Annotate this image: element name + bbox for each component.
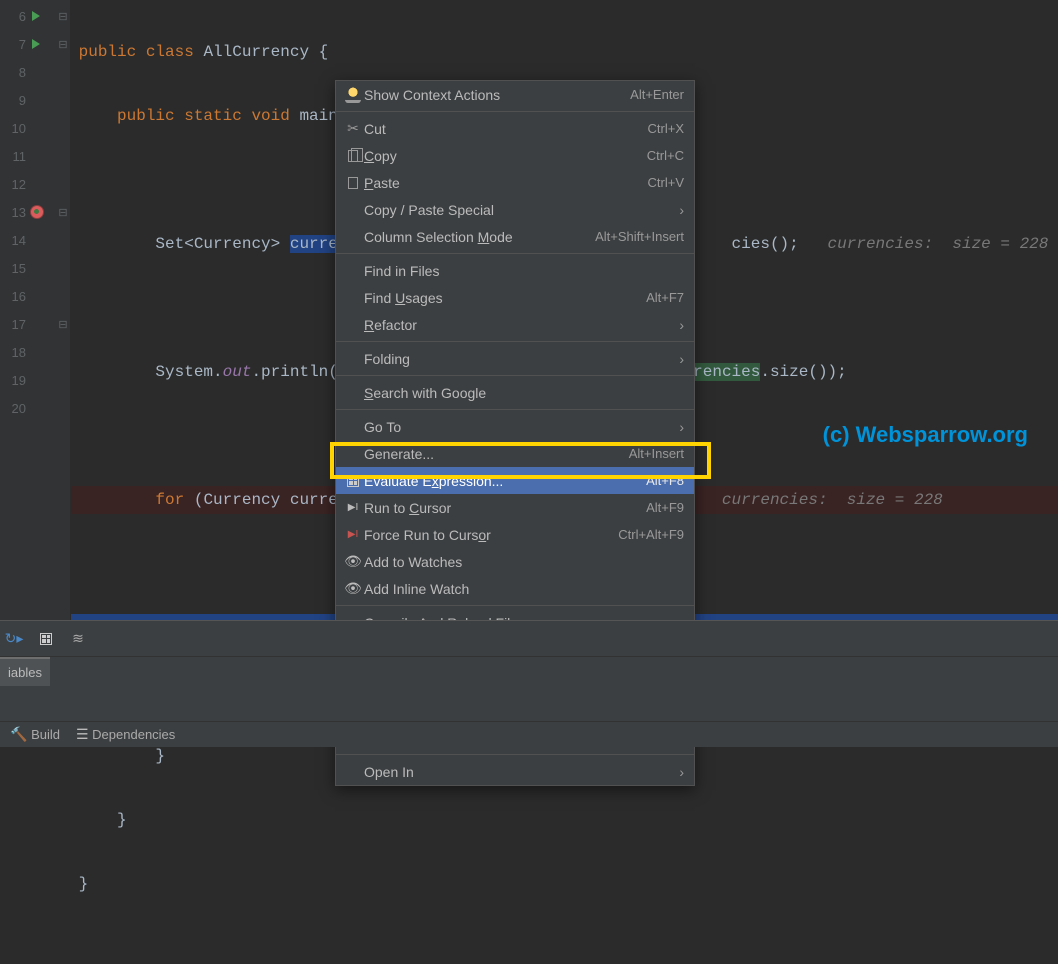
brace: } — [155, 747, 165, 765]
code-text: .size()); — [760, 363, 846, 381]
watermark: (c) Websparrow.org — [823, 422, 1028, 448]
brace: } — [117, 811, 127, 829]
layers-icon: ☰ — [76, 726, 89, 742]
line-number: 17 — [6, 317, 26, 332]
inline-watch-icon: 👁 — [344, 580, 362, 597]
debug-toolbar: ↻▸ ≋ — [0, 621, 1058, 657]
bulb-icon — [345, 87, 361, 103]
menu-separator — [336, 754, 694, 755]
menu-separator — [336, 111, 694, 112]
line-number: 18 — [6, 345, 26, 360]
menu-show-context-actions[interactable]: Show Context ActionsAlt+Enter — [336, 81, 694, 108]
selected-token: curre — [290, 235, 338, 253]
line-number: 19 — [6, 373, 26, 388]
line-number: 8 — [6, 65, 26, 80]
menu-separator — [336, 605, 694, 606]
keyword: class — [146, 43, 194, 61]
run-cursor-icon: ▶I — [348, 502, 358, 513]
menu-add-to-watches[interactable]: 👁Add to Watches — [336, 548, 694, 575]
keyword: public — [79, 43, 137, 61]
menu-separator — [336, 253, 694, 254]
keyword: public static void — [117, 107, 290, 125]
line-number: 9 — [6, 93, 26, 108]
inline-hint: currencies: size = 228 — [693, 491, 943, 509]
restart-frame-icon[interactable]: ↻▸ — [4, 629, 24, 649]
menu-separator — [336, 409, 694, 410]
code-text: System. — [155, 363, 222, 381]
code-text: rrencies — [684, 363, 761, 381]
code-text: .println( — [251, 363, 337, 381]
line-number: 14 — [6, 233, 26, 248]
brace: } — [79, 875, 89, 893]
fold-icon[interactable]: ⊟ — [58, 318, 67, 331]
menu-separator — [336, 375, 694, 376]
menu-search-google[interactable]: Search with Google — [336, 379, 694, 406]
keyword: for — [155, 491, 184, 509]
menu-evaluate-expression[interactable]: Evaluate Expression...Alt+F8 — [336, 467, 694, 494]
code-text: cies(); — [732, 235, 828, 253]
cut-icon: ✂ — [347, 120, 359, 137]
menu-open-in[interactable]: Open In› — [336, 758, 694, 785]
bottom-tool-tabs: 🔨 Build ☰ Dependencies — [0, 721, 1058, 747]
menu-generate[interactable]: Generate...Alt+Insert — [336, 440, 694, 467]
menu-copy[interactable]: CopyCtrl+C — [336, 142, 694, 169]
menu-copy-paste-special[interactable]: Copy / Paste Special› — [336, 196, 694, 223]
menu-add-inline-watch[interactable]: 👁Add Inline Watch — [336, 575, 694, 602]
line-number: 15 — [6, 261, 26, 276]
line-number: 20 — [6, 401, 26, 416]
tab-dependencies[interactable]: ☰ Dependencies — [76, 726, 175, 743]
fold-icon[interactable]: ⊟ — [58, 10, 67, 23]
line-number: 7 — [6, 37, 26, 52]
menu-go-to[interactable]: Go To› — [336, 413, 694, 440]
line-number: 12 — [6, 177, 26, 192]
line-number: 6 — [6, 9, 26, 24]
fold-icon[interactable]: ⊟ — [58, 38, 67, 51]
tab-build[interactable]: 🔨 Build — [10, 726, 60, 743]
variables-tab[interactable]: iables — [0, 657, 50, 686]
class-name: AllCurrency { — [194, 43, 328, 61]
code-text: Set<Currency> — [155, 235, 289, 253]
menu-folding[interactable]: Folding› — [336, 345, 694, 372]
menu-refactor[interactable]: Refactor› — [336, 311, 694, 338]
gutter: 6 ⊟ 7 ⊟ 8 9 10 11 12 13 ⊟ 14 15 16 17 ⊟ 18 1… — [0, 0, 71, 620]
calculator-icon — [347, 475, 359, 487]
copy-icon — [348, 150, 358, 162]
line-number: 10 — [6, 121, 26, 136]
calculator-icon[interactable] — [36, 629, 56, 649]
menu-separator — [336, 341, 694, 342]
settings-icon[interactable]: ≋ — [68, 629, 88, 649]
menu-force-run-to-cursor[interactable]: ▶IForce Run to CursorCtrl+Alt+F9 — [336, 521, 694, 548]
menu-find-usages[interactable]: Find UsagesAlt+F7 — [336, 284, 694, 311]
breakpoint-icon[interactable] — [30, 205, 44, 219]
paste-icon — [348, 177, 358, 189]
force-run-cursor-icon: ▶I — [348, 529, 358, 540]
code-text: (Currency curre — [184, 491, 338, 509]
debug-panel: ↻▸ ≋ iables 🔨 Build ☰ Dependencies — [0, 620, 1058, 747]
run-method-icon[interactable] — [32, 39, 40, 49]
line-number: 13 — [6, 205, 26, 220]
watches-icon: 👁 — [344, 553, 362, 570]
menu-run-to-cursor[interactable]: ▶IRun to CursorAlt+F9 — [336, 494, 694, 521]
hammer-icon: 🔨 — [10, 726, 27, 742]
line-number: 16 — [6, 289, 26, 304]
line-number: 11 — [6, 149, 26, 164]
field: out — [223, 363, 252, 381]
inline-hint: currencies: size = 228 — [828, 235, 1049, 253]
run-class-icon[interactable] — [32, 11, 40, 21]
menu-find-in-files[interactable]: Find in Files — [336, 257, 694, 284]
menu-paste[interactable]: PasteCtrl+V — [336, 169, 694, 196]
fold-icon[interactable]: ⊟ — [58, 206, 67, 219]
menu-column-selection[interactable]: Column Selection ModeAlt+Shift+Insert — [336, 223, 694, 250]
menu-cut[interactable]: ✂CutCtrl+X — [336, 115, 694, 142]
